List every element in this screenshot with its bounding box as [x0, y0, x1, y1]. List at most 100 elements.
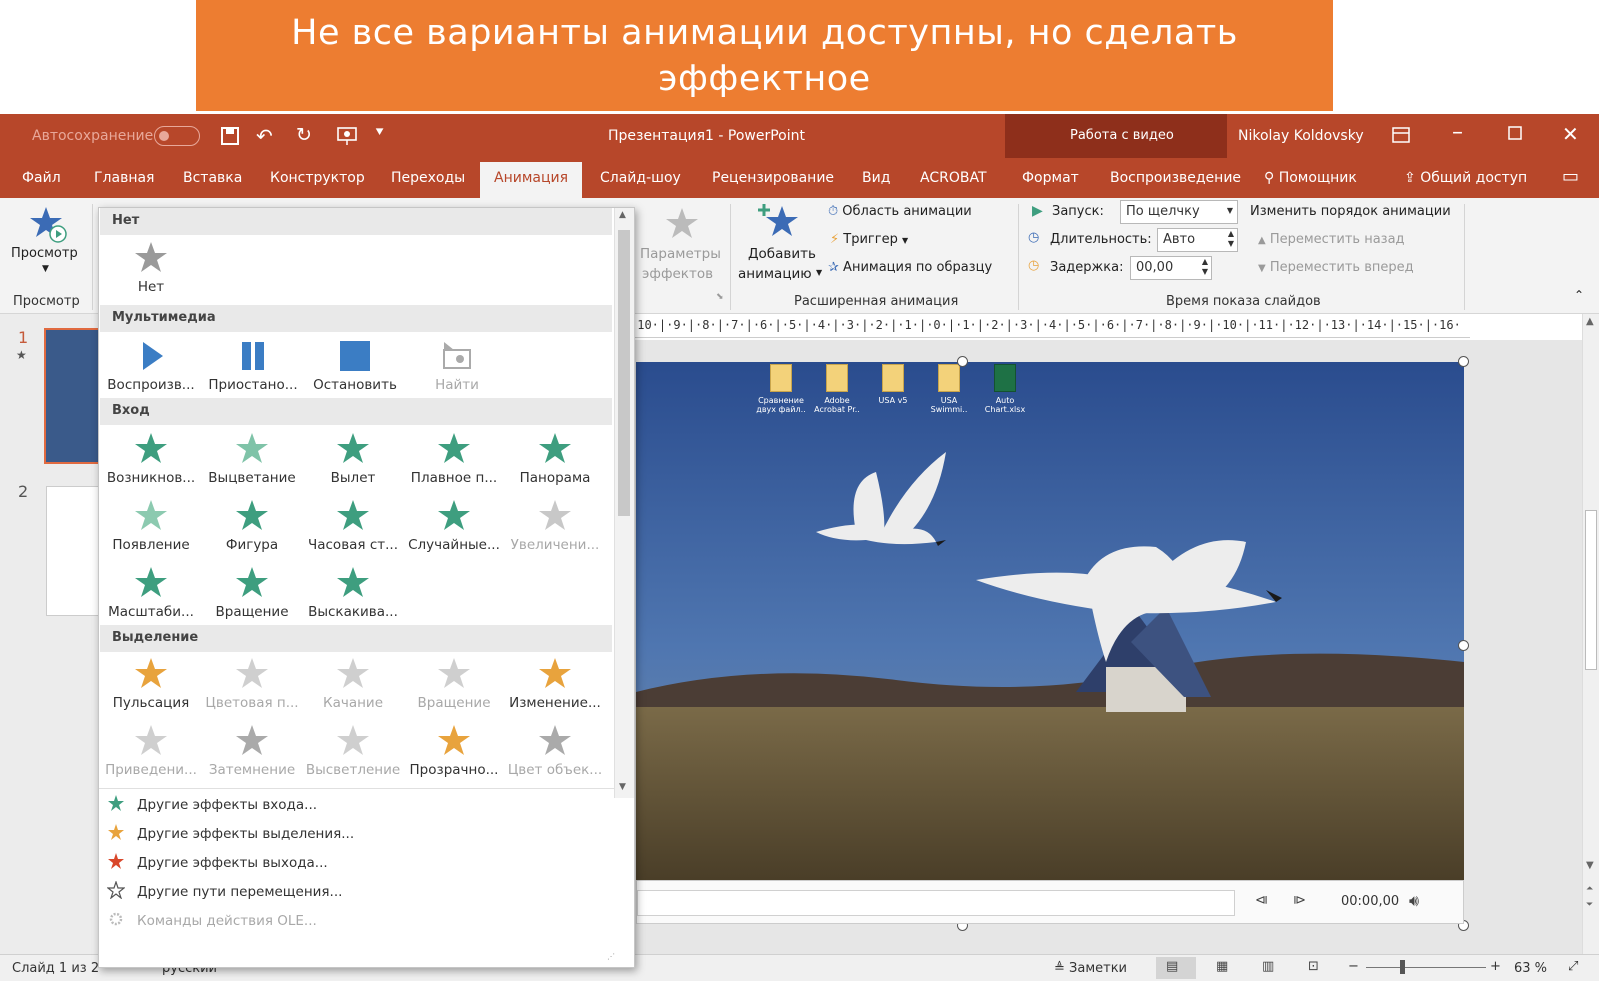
comments-icon[interactable]: ▭ — [1562, 166, 1579, 187]
effect-entrance-zoom[interactable]: Масштаби... — [100, 561, 202, 627]
zoom-level[interactable]: 63 % — [1514, 961, 1547, 976]
step-back-icon[interactable]: ⧏ — [1255, 893, 1268, 908]
effect-entrance-shape[interactable]: Фигура — [201, 494, 303, 560]
tab-animations[interactable]: Анимация — [480, 162, 583, 198]
reading-view-icon[interactable]: ▥ — [1262, 959, 1274, 974]
more-entrance-effects[interactable]: Другие эффекты входа... — [107, 794, 317, 813]
effect-entrance-grow-turn[interactable]: Увеличени... — [504, 494, 606, 560]
ribbon-display-options-icon[interactable] — [1392, 127, 1410, 147]
effect-entrance-wheel[interactable]: Часовая ст... — [302, 494, 404, 560]
tab-insert[interactable]: Вставка — [183, 170, 242, 186]
effect-seek[interactable]: Найти — [406, 334, 508, 400]
close-icon[interactable]: ✕ — [1562, 122, 1579, 146]
effect-entrance-fly-in[interactable]: Вылет — [302, 427, 404, 493]
effect-emphasis-teeter[interactable]: Качание — [302, 652, 404, 718]
maximize-icon[interactable] — [1508, 126, 1522, 144]
effect-pause[interactable]: Приостано... — [202, 334, 304, 400]
preview-label[interactable]: Просмотр — [11, 246, 78, 261]
autosave-toggle[interactable] — [154, 126, 200, 146]
scroll-down-icon[interactable]: ▼ — [1586, 860, 1594, 871]
collapse-ribbon-icon[interactable]: ⌃ — [1574, 288, 1584, 302]
effect-entrance-float-in[interactable]: Плавное п... — [403, 427, 505, 493]
more-motion-paths[interactable]: Другие пути перемещения... — [106, 880, 342, 900]
effect-emphasis-darken[interactable]: Затемнение — [201, 719, 303, 785]
more-emphasis-effects[interactable]: Другие эффекты выделения... — [107, 823, 354, 842]
volume-icon[interactable]: 🔊︎ — [1409, 891, 1419, 911]
trigger-button[interactable]: ⚡ Триггер ▼ — [830, 232, 908, 247]
add-animation-icon[interactable] — [756, 202, 800, 246]
effect-stop[interactable]: Остановить — [304, 334, 406, 400]
effect-emphasis-object-color[interactable]: Цвет объек... — [504, 719, 606, 785]
zoom-slider[interactable] — [1366, 967, 1486, 968]
slideshow-from-start-icon[interactable] — [336, 126, 358, 150]
add-animation-label-1[interactable]: Добавить — [748, 246, 816, 262]
fit-to-window-icon[interactable]: ⤢ — [1568, 959, 1578, 974]
zoom-slider-thumb[interactable] — [1400, 960, 1405, 974]
effect-entrance-wipe[interactable]: Появление — [100, 494, 202, 560]
effect-emphasis-color-pulse[interactable]: Цветовая п... — [201, 652, 303, 718]
add-animation-dropdown-icon[interactable]: ▼ — [816, 268, 822, 277]
slide-sorter-icon[interactable]: ▦ — [1216, 959, 1228, 974]
video-frame[interactable]: Сравнение двух файл.. Adobe Acrobat Pr.. U… — [636, 362, 1464, 880]
effect-emphasis-pulse[interactable]: Пульсация — [100, 652, 202, 718]
tab-transitions[interactable]: Переходы — [391, 170, 465, 186]
more-exit-effects[interactable]: Другие эффекты выхода... — [107, 852, 328, 871]
tab-review[interactable]: Рецензирование — [712, 170, 834, 186]
effect-emphasis-spin[interactable]: Вращение — [403, 652, 505, 718]
tab-format[interactable]: Формат — [1022, 170, 1079, 186]
resize-handle[interactable] — [957, 356, 968, 367]
customize-qat-icon[interactable]: ⯆ — [374, 125, 385, 141]
share-button[interactable]: ⇪ Общий доступ — [1404, 170, 1527, 186]
tell-me-search[interactable]: ⚲ Помощник — [1264, 170, 1357, 186]
effect-emphasis-lighten[interactable]: Высветление — [302, 719, 404, 785]
dialog-launcher-icon[interactable]: ⬊ — [716, 292, 724, 302]
save-icon[interactable] — [220, 126, 240, 150]
gallery-scroll-thumb[interactable] — [618, 230, 630, 516]
effect-emphasis-desaturate[interactable]: Приведени... — [100, 719, 202, 785]
animation-painter-button[interactable]: ✰ Анимация по образцу — [828, 260, 992, 275]
redo-icon[interactable]: ↻ — [296, 124, 312, 146]
effect-entrance-appear[interactable]: Возникнов... — [100, 427, 202, 493]
effect-emphasis-grow-shrink[interactable]: Изменение... — [504, 652, 606, 718]
add-animation-label-2[interactable]: анимацию — [738, 266, 812, 282]
effect-none[interactable]: Нет — [100, 236, 202, 302]
user-name[interactable]: Nikolay Koldovsky — [1238, 128, 1364, 144]
effect-play[interactable]: Воспроизв... — [100, 334, 202, 400]
tab-design[interactable]: Конструктор — [270, 170, 365, 186]
effect-entrance-random-bars[interactable]: Случайные... — [403, 494, 505, 560]
ole-action-verbs[interactable]: Команды действия OLE... — [107, 910, 317, 929]
minimize-icon[interactable]: – — [1452, 120, 1463, 145]
gallery-scroll-up-icon[interactable]: ▲ — [619, 210, 626, 220]
effect-emphasis-transparency[interactable]: Прозрачно... — [403, 719, 505, 785]
effect-entrance-bounce[interactable]: Выскакива... — [302, 561, 404, 627]
tab-home[interactable]: Главная — [94, 170, 154, 186]
gallery-scrollbar[interactable]: ▲ ▼ — [614, 208, 634, 798]
slideshow-view-icon[interactable]: ⊡ — [1308, 959, 1319, 974]
move-later-button[interactable]: ▼ Переместить вперед — [1258, 260, 1414, 275]
next-slide-icon[interactable]: ⏷ — [1586, 900, 1593, 910]
tab-view[interactable]: Вид — [862, 170, 890, 186]
zoom-out-icon[interactable]: − — [1348, 959, 1359, 974]
resize-handle[interactable] — [1458, 640, 1469, 651]
move-earlier-button[interactable]: ▲ Переместить назад — [1258, 232, 1405, 247]
tab-playback[interactable]: Воспроизведение — [1110, 170, 1241, 186]
delay-spinner[interactable]: 00,00 ▲ ▼ — [1130, 256, 1212, 280]
zoom-in-icon[interactable]: + — [1490, 959, 1501, 974]
animation-pane-button[interactable]: ⏱ Область анимации — [828, 204, 972, 219]
notes-button[interactable]: ≜ Заметки — [1054, 961, 1127, 976]
previous-slide-icon[interactable]: ⏶ — [1586, 884, 1593, 894]
preview-button[interactable] — [28, 204, 70, 248]
vertical-scrollbar[interactable]: ▲ ▼ ⏶ ⏷ — [1582, 314, 1599, 954]
start-dropdown[interactable]: По щелчку ▼ — [1120, 200, 1238, 224]
resize-handle[interactable] — [1458, 356, 1469, 367]
slide-thumbnail-2[interactable] — [46, 486, 102, 616]
scroll-up-icon[interactable]: ▲ — [1586, 316, 1594, 327]
slide-thumbnail-1[interactable] — [44, 328, 104, 464]
tab-slideshow[interactable]: Слайд-шоу — [600, 170, 681, 186]
effect-entrance-split[interactable]: Панорама — [504, 427, 606, 493]
preview-dropdown-icon[interactable]: ▼ — [42, 264, 49, 274]
step-forward-icon[interactable]: ⧐ — [1293, 893, 1306, 908]
effect-entrance-fade[interactable]: Выцветание — [201, 427, 303, 493]
resize-grip-icon[interactable]: ⋰ — [607, 952, 615, 961]
gallery-scroll-down-icon[interactable]: ▼ — [619, 782, 626, 792]
